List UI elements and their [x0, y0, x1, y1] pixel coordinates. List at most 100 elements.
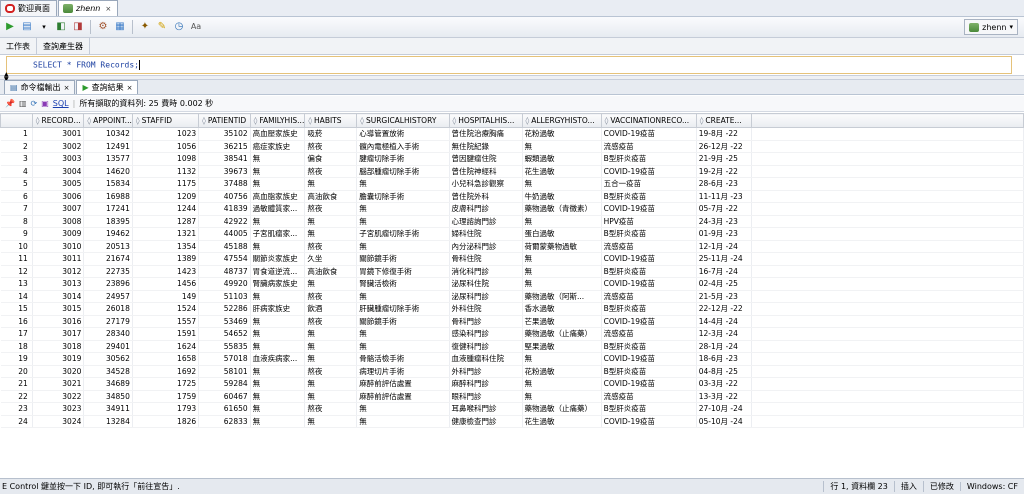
table-cell[interactable]: 34911	[83, 402, 133, 416]
table-cell[interactable]: 無	[356, 177, 450, 191]
run-statement-icon[interactable]: ▶	[3, 20, 17, 34]
table-cell[interactable]: 11-11月 -23	[696, 190, 752, 203]
close-tab-icon[interactable]: ×	[105, 5, 111, 13]
table-cell[interactable]: 3020	[32, 365, 85, 378]
print-icon[interactable]: ▥	[19, 99, 27, 108]
sql-tuning-icon[interactable]: ✦	[138, 20, 152, 34]
table-cell[interactable]: 30562	[83, 352, 133, 366]
connection-selector[interactable]: zhenn ▾	[964, 19, 1018, 35]
table-cell[interactable]: HPV疫苗	[601, 215, 697, 228]
table-cell[interactable]: 血液腫瘤科住院	[449, 352, 523, 366]
row-number[interactable]: 3	[0, 152, 33, 166]
table-cell[interactable]: 40756	[198, 190, 251, 203]
table-cell[interactable]: 心導管置放術	[356, 127, 450, 141]
table-cell[interactable]: COVID-19疫苗	[601, 415, 697, 428]
table-cell[interactable]: 48737	[198, 265, 251, 278]
column-header[interactable]: ◊ HOSPITALHIS...	[448, 113, 523, 128]
table-cell[interactable]: 熬夜	[304, 315, 358, 328]
table-cell[interactable]: 3014	[32, 290, 85, 303]
table-cell[interactable]: 3011	[32, 252, 85, 266]
table-cell[interactable]: 熬夜	[304, 140, 358, 153]
table-cell[interactable]: 49920	[198, 277, 251, 291]
table-cell[interactable]: 藥物過敏（阿斯...	[522, 290, 602, 303]
table-cell[interactable]: 熬夜	[304, 402, 358, 416]
table-cell[interactable]: 高油飲食	[304, 265, 358, 278]
table-cell[interactable]: 34689	[83, 377, 133, 391]
table-cell[interactable]: 流感疫苗	[601, 390, 697, 403]
table-cell[interactable]: 花粉過敏	[522, 127, 602, 141]
table-cell[interactable]: 1826	[132, 415, 200, 428]
table-row[interactable]: 9 3009 19462 1321 44005 子宮肌瘤家... 無子宮肌瘤切除手術 婦科住院…	[0, 227, 1024, 241]
tab-query-result[interactable]: ▶ 查詢結果 ×	[76, 80, 139, 94]
table-row[interactable]: 17 3017 28340 1591 54652 無無無感染科門診 藥物過敏（止痛藥） 流感疫…	[0, 327, 1024, 341]
table-cell[interactable]: 34528	[83, 365, 133, 378]
tab-worksheet[interactable]: 工作表	[0, 37, 37, 55]
table-cell[interactable]: 1023	[132, 127, 200, 141]
tab-query-builder[interactable]: 查詢產生器	[37, 37, 90, 55]
table-cell[interactable]: B型肝炎疫苗	[601, 265, 697, 278]
table-cell[interactable]: 無	[356, 415, 450, 428]
table-cell[interactable]: 3016	[32, 315, 85, 328]
table-cell[interactable]: 無	[250, 365, 306, 378]
table-cell[interactable]: 流感疫苗	[601, 327, 697, 341]
table-cell[interactable]: 蝦類過敏	[522, 152, 602, 166]
table-cell[interactable]: 27179	[83, 315, 133, 328]
table-cell[interactable]: 泌尿科門診	[449, 290, 523, 303]
table-cell[interactable]: 1759	[132, 390, 200, 403]
table-cell[interactable]: 胃食道逆流...	[250, 265, 306, 278]
table-cell[interactable]: 無	[522, 177, 602, 191]
table-cell[interactable]: 26018	[83, 302, 133, 316]
table-cell[interactable]: 外科門診	[449, 365, 523, 378]
table-cell[interactable]: 3023	[32, 402, 85, 416]
table-cell[interactable]: COVID-19疫苗	[601, 127, 697, 141]
table-cell[interactable]: 55835	[198, 340, 251, 353]
table-cell[interactable]: 健康檢查門診	[449, 415, 523, 428]
row-number[interactable]: 6	[0, 190, 33, 203]
table-cell[interactable]: 無	[356, 240, 450, 253]
table-cell[interactable]: 無	[250, 290, 306, 303]
table-row[interactable]: 11 3011 21674 1389 47554 關節炎家族史 久坐 關節鏡手術 骨科住院無 CO…	[0, 252, 1024, 266]
table-cell[interactable]: 過敏體質家...	[250, 202, 306, 216]
table-cell[interactable]: 1389	[132, 252, 200, 266]
table-cell[interactable]: 28340	[83, 327, 133, 341]
pin-icon[interactable]: 📌	[5, 99, 15, 108]
table-cell[interactable]: 骨科門診	[449, 315, 523, 328]
table-cell[interactable]: COVID-19疫苗	[601, 202, 697, 216]
table-cell[interactable]: 1692	[132, 365, 200, 378]
table-cell[interactable]: 癌症家族史	[250, 140, 306, 153]
table-cell[interactable]: 血液疾病家...	[250, 352, 306, 366]
table-cell[interactable]: 熬夜	[304, 290, 358, 303]
table-cell[interactable]: 無	[250, 215, 306, 228]
table-cell[interactable]: 14620	[83, 165, 133, 178]
table-cell[interactable]: 飲酒	[304, 302, 358, 316]
dropdown-arrow-icon[interactable]: ▾	[37, 20, 51, 34]
table-cell[interactable]: 髖內電極植入手術	[356, 140, 450, 153]
table-cell[interactable]: 無	[356, 202, 450, 216]
table-cell[interactable]: 無	[522, 215, 602, 228]
column-header[interactable]: ◊ VACCINATIONRECO...	[600, 113, 697, 128]
table-cell[interactable]: 曾因腱瘤住院	[449, 152, 523, 166]
column-header[interactable]: ◊ RECORD...	[31, 113, 85, 128]
table-cell[interactable]: 無	[250, 390, 306, 403]
table-cell[interactable]: 38541	[198, 152, 251, 166]
table-cell[interactable]: 蛋白過敏	[522, 227, 602, 241]
table-cell[interactable]: 五合一疫苗	[601, 177, 697, 191]
table-cell[interactable]: 21-9月 -25	[696, 152, 752, 166]
table-cell[interactable]: 17241	[83, 202, 133, 216]
table-cell[interactable]: 無	[304, 340, 358, 353]
table-cell[interactable]: 26-12月 -22	[696, 140, 752, 153]
table-row[interactable]: 14 3014 24957 149 51103 無熬夜無泌尿科門診 藥物過敏（阿斯... 流感…	[0, 290, 1024, 303]
table-cell[interactable]: 無	[356, 327, 450, 341]
tab-welcome-page[interactable]: 歡迎頁面	[0, 0, 57, 16]
table-cell[interactable]: 20513	[83, 240, 133, 253]
table-cell[interactable]: 腎臟活檢術	[356, 277, 450, 291]
table-cell[interactable]: 心理諮詢門診	[449, 215, 523, 228]
table-cell[interactable]: 24957	[83, 290, 133, 303]
table-cell[interactable]: 1423	[132, 265, 200, 278]
table-row[interactable]: 23 3023 34911 1793 61650 無熬夜無耳鼻喉科門診 藥物過敏（止痛藥） B…	[0, 402, 1024, 416]
table-cell[interactable]: 無	[250, 340, 306, 353]
table-cell[interactable]: 53469	[198, 315, 251, 328]
table-cell[interactable]: B型肝炎疫苗	[601, 227, 697, 241]
table-cell[interactable]: 藥物過敏（止痛藥）	[522, 327, 602, 341]
column-header[interactable]: ◊ CREATE...	[695, 113, 752, 128]
